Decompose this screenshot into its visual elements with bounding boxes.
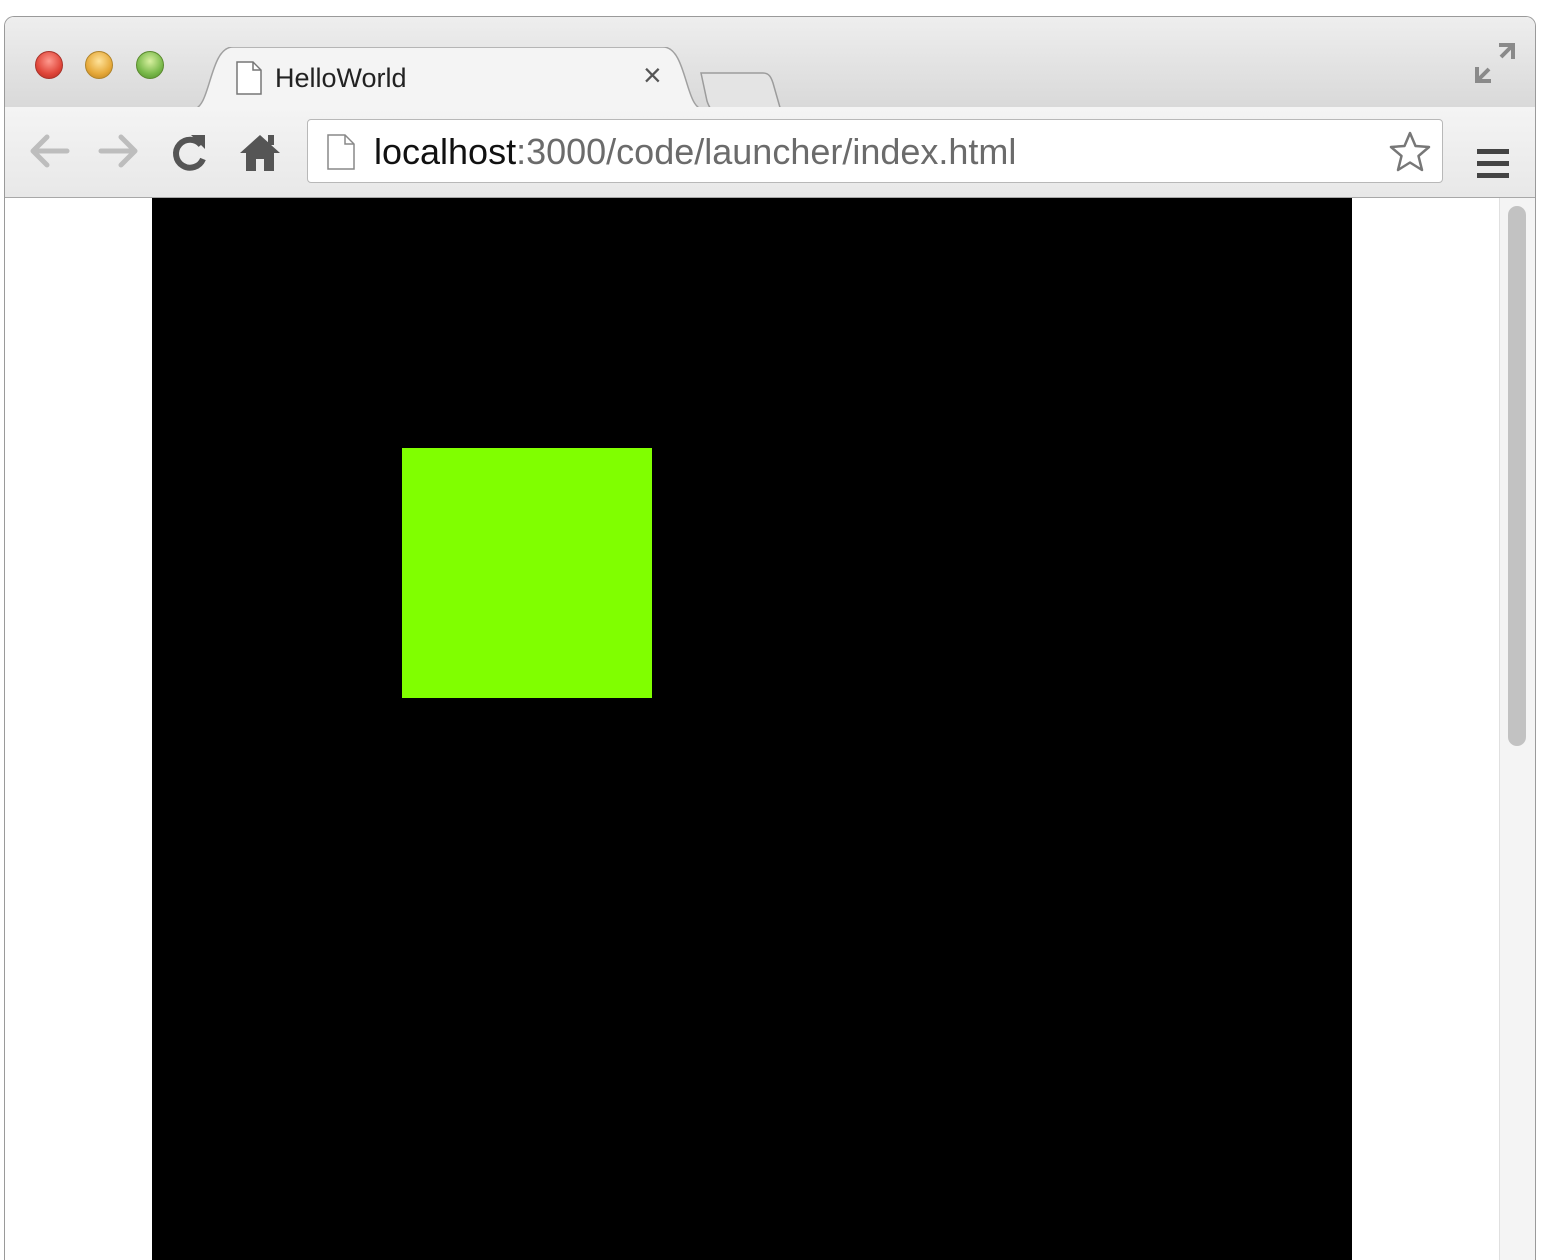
address-bar[interactable]: localhost:3000/code/launcher/index.html [307, 119, 1443, 183]
toolbar: localhost:3000/code/launcher/index.html [5, 107, 1535, 198]
document-icon [326, 134, 356, 175]
document-icon [235, 61, 263, 100]
title-bar: HelloWorld × [5, 17, 1535, 112]
reload-icon[interactable] [167, 131, 211, 175]
close-window-button[interactable] [35, 51, 63, 79]
hamburger-menu-icon[interactable] [1475, 147, 1511, 181]
home-icon[interactable] [238, 131, 282, 175]
vertical-scrollbar[interactable] [1499, 198, 1535, 1260]
star-icon[interactable] [1388, 130, 1432, 174]
url-text[interactable]: localhost:3000/code/launcher/index.html [374, 132, 1016, 172]
tab-background [193, 47, 703, 109]
tab-title: HelloWorld [275, 63, 407, 93]
tab-close-button[interactable]: × [643, 59, 662, 91]
tab-helloworld[interactable]: HelloWorld × [193, 47, 703, 109]
url-path: :3000/code/launcher/index.html [516, 131, 1017, 172]
zoom-window-button[interactable] [136, 51, 164, 79]
url-host: localhost [374, 131, 517, 172]
green-square [402, 448, 652, 698]
arrow-right-icon[interactable] [97, 131, 141, 171]
page-viewport [5, 198, 1499, 1260]
scrollbar-thumb[interactable] [1508, 206, 1526, 746]
arrow-left-icon[interactable] [27, 131, 71, 171]
game-canvas[interactable] [152, 198, 1352, 1260]
browser-window: HelloWorld × localhost:3000/code/launche… [4, 16, 1536, 1260]
minimize-window-button[interactable] [85, 51, 113, 79]
fullscreen-icon[interactable] [1473, 41, 1517, 85]
